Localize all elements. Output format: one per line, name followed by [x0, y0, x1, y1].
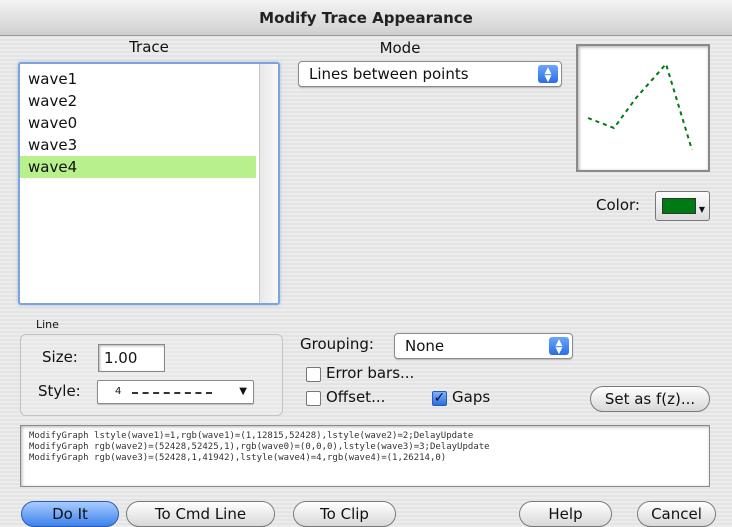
do-it-button[interactable]: Do It	[21, 501, 119, 527]
mode-popup-value: Lines between points	[309, 65, 469, 83]
trace-heading: Trace	[129, 38, 169, 56]
error-bars-label: Error bars...	[326, 364, 415, 382]
command-line-1: ModifyGraph lstyle(wave1)=1,rgb(wave1)=(…	[29, 431, 474, 441]
trace-list-item-wave0[interactable]: wave0	[20, 112, 256, 134]
set-as-fz-button[interactable]: Set as f(z)...	[590, 386, 710, 412]
command-line-2: ModifyGraph rgb(wave2)=(52428,52425,1),r…	[29, 442, 490, 452]
triangle-down-icon: ▼	[698, 205, 705, 214]
line-style-dash-sample	[132, 392, 212, 394]
cancel-button[interactable]: Cancel	[637, 501, 716, 527]
command-line-3: ModifyGraph rgb(wave3)=(52428,1,41942),l…	[29, 453, 447, 463]
grouping-label: Grouping:	[300, 335, 374, 353]
style-label: Style:	[38, 382, 81, 400]
trace-list-item-wave1[interactable]: wave1	[20, 68, 256, 90]
line-group-heading: Line	[36, 318, 59, 331]
grouping-popup[interactable]: None ▲ ▼	[394, 333, 573, 359]
trace-list-item-wave3[interactable]: wave3	[20, 134, 256, 156]
gaps-checkbox[interactable]: ✓	[432, 391, 447, 406]
triangle-down-icon: ▼	[239, 386, 247, 397]
line-style-number: 4	[115, 386, 122, 397]
preview-trace-line	[587, 61, 693, 151]
mode-popup[interactable]: Lines between points ▲ ▼	[298, 61, 562, 87]
size-input[interactable]: 1.00	[98, 344, 165, 372]
gaps-label: Gaps	[452, 388, 491, 406]
grouping-popup-value: None	[405, 337, 445, 355]
preview-graph	[587, 61, 693, 151]
to-cmd-line-button[interactable]: To Cmd Line	[126, 501, 275, 527]
color-swatch	[662, 198, 696, 214]
offset-checkbox[interactable]	[306, 391, 321, 406]
updown-arrows-icon: ▲ ▼	[549, 337, 569, 356]
color-label: Color:	[596, 196, 640, 214]
offset-label: Offset...	[326, 388, 386, 406]
trace-list[interactable]: wave1 wave2 wave0 wave3 wave4	[18, 62, 280, 305]
checkmark-icon: ✓	[433, 390, 446, 406]
trace-preview	[576, 44, 710, 172]
error-bars-checkbox[interactable]	[306, 367, 321, 382]
trace-list-item-wave2[interactable]: wave2	[20, 90, 256, 112]
trace-list-scrollbar[interactable]	[259, 64, 278, 303]
color-picker-button[interactable]: ▼	[655, 191, 710, 221]
command-text-area[interactable]: ModifyGraph lstyle(wave1)=1,rgb(wave1)=(…	[20, 425, 710, 487]
line-style-popup[interactable]: 4 ▼	[97, 380, 254, 404]
mode-heading: Mode	[379, 39, 421, 57]
size-label: Size:	[42, 348, 78, 366]
trace-list-item-wave4[interactable]: wave4	[20, 156, 256, 178]
updown-arrows-icon: ▲ ▼	[538, 65, 558, 84]
help-button[interactable]: Help	[519, 501, 612, 527]
window-title: Modify Trace Appearance	[0, 0, 732, 36]
to-clip-button[interactable]: To Clip	[293, 501, 396, 527]
